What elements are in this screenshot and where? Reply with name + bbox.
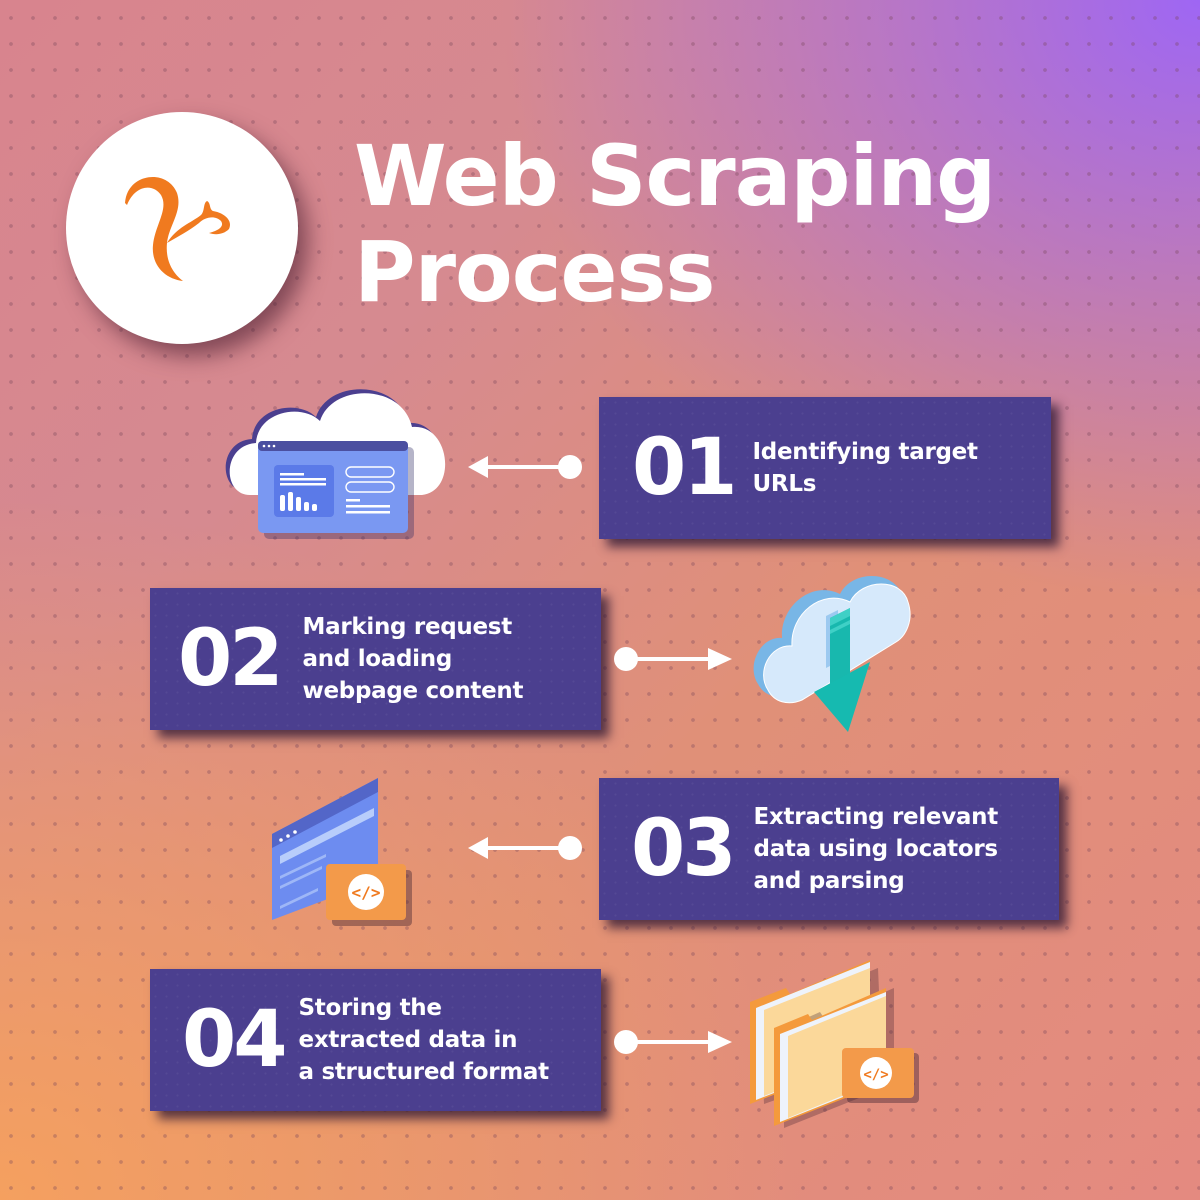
step-number: 02: [178, 614, 284, 704]
code-icon: </>: [352, 883, 381, 902]
connector-arrow-right-4: [614, 1027, 734, 1057]
connector-arrow-left-1: [466, 452, 586, 482]
title-line-1: Web Scraping: [354, 127, 996, 225]
step-text-line: URLs: [752, 471, 817, 497]
step-description: Extracting relevant data using locators …: [753, 801, 999, 897]
step-panel-4: 04 Storing the extracted data in a struc…: [150, 969, 601, 1111]
step-panel-1: 01 Identifying target URLs: [599, 397, 1051, 539]
code-icon: </>: [863, 1067, 888, 1083]
connector-dot: [558, 836, 582, 860]
logo-badge: [66, 112, 298, 344]
connector-arrow-right-2: [614, 644, 734, 674]
step-text-line: extracted data in: [298, 1027, 518, 1053]
browser-code-icon: </>: [266, 772, 412, 926]
arrow-head-icon: [468, 837, 488, 859]
step-text-line: a structured format: [298, 1059, 550, 1085]
arrow-head-icon: [708, 648, 732, 670]
step-panel-2: 02 Marking request and loading webpage c…: [150, 588, 601, 730]
cloud-dashboard-icon: [222, 383, 452, 539]
step-number: 03: [631, 804, 737, 894]
step-number: 04: [182, 995, 288, 1085]
folders-code-icon: </>: [746, 948, 919, 1128]
step-text-line: Identifying target: [752, 439, 978, 465]
title-line-2: Process: [354, 223, 715, 321]
squirrel-logo-icon: [125, 176, 231, 281]
connector-dot: [558, 455, 582, 479]
cloud-download-icon: [752, 566, 911, 736]
step-panel-3: 03 Extracting relevant data using locato…: [599, 778, 1059, 920]
step-text-line: and parsing: [753, 868, 905, 894]
arrow-head-icon: [708, 1031, 732, 1053]
step-text-line: and loading: [302, 646, 453, 672]
step-description: Storing the extracted data in a structur…: [298, 992, 550, 1088]
step-text-line: webpage content: [302, 678, 524, 704]
step-text-line: Marking request: [302, 614, 513, 640]
step-description: Identifying target URLs: [753, 436, 978, 500]
connector-arrow-left-3: [466, 833, 586, 863]
step-text-line: data using locators: [753, 836, 999, 862]
arrow-head-icon: [468, 456, 488, 478]
step-description: Marking request and loading webpage cont…: [303, 611, 524, 707]
step-number: 01: [632, 423, 738, 513]
page-title: Web Scraping Process: [354, 127, 996, 321]
step-text-line: Storing the: [298, 995, 442, 1021]
step-text-line: Extracting relevant: [753, 804, 999, 830]
